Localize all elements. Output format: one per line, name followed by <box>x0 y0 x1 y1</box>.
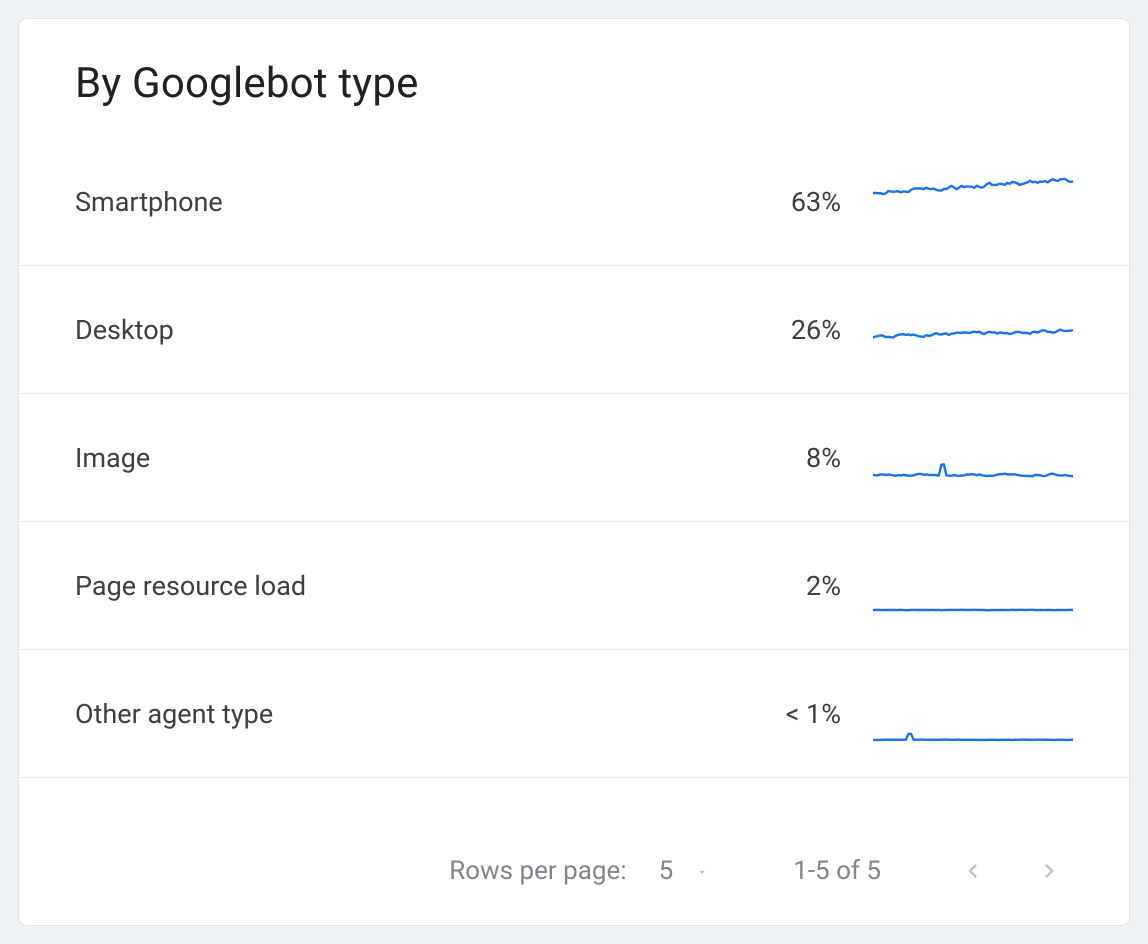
table-row[interactable]: Image8% <box>19 394 1129 522</box>
rows-per-page-value: 5 <box>659 856 674 886</box>
sparkline <box>873 556 1073 616</box>
prev-page-button[interactable] <box>949 847 997 895</box>
row-value: 2% <box>711 570 841 602</box>
rows-per-page-select[interactable]: 5 <box>659 856 714 886</box>
row-value: 63% <box>711 186 841 218</box>
dropdown-triangle-icon <box>691 856 713 886</box>
row-label: Desktop <box>75 314 711 346</box>
table-row[interactable]: Other agent type< 1% <box>19 650 1129 778</box>
table-row[interactable]: Page resource load2% <box>19 522 1129 650</box>
sparkline <box>873 428 1073 488</box>
row-label: Smartphone <box>75 186 711 218</box>
table-row[interactable]: Smartphone63% <box>19 138 1129 266</box>
pagination-range: 1-5 of 5 <box>793 856 881 886</box>
rows-per-page-label: Rows per page: <box>449 856 626 886</box>
sparkline <box>873 300 1073 360</box>
row-label: Image <box>75 442 711 474</box>
row-label: Other agent type <box>75 698 711 730</box>
pagination-bar: Rows per page: 5 1-5 of 5 <box>19 817 1129 925</box>
googlebot-type-card: By Googlebot type Smartphone63%Desktop26… <box>18 18 1130 926</box>
sparkline <box>873 684 1073 744</box>
card-header: By Googlebot type <box>19 19 1129 138</box>
chevron-right-icon <box>1035 857 1063 885</box>
row-value: 26% <box>711 314 841 346</box>
sparkline <box>873 172 1073 232</box>
table-body: Smartphone63%Desktop26%Image8%Page resou… <box>19 138 1129 817</box>
next-page-button[interactable] <box>1025 847 1073 895</box>
chevron-left-icon <box>959 857 987 885</box>
row-value: 8% <box>711 442 841 474</box>
card-title: By Googlebot type <box>75 59 1073 108</box>
row-value: < 1% <box>711 698 841 730</box>
row-label: Page resource load <box>75 570 711 602</box>
table-row[interactable]: Desktop26% <box>19 266 1129 394</box>
